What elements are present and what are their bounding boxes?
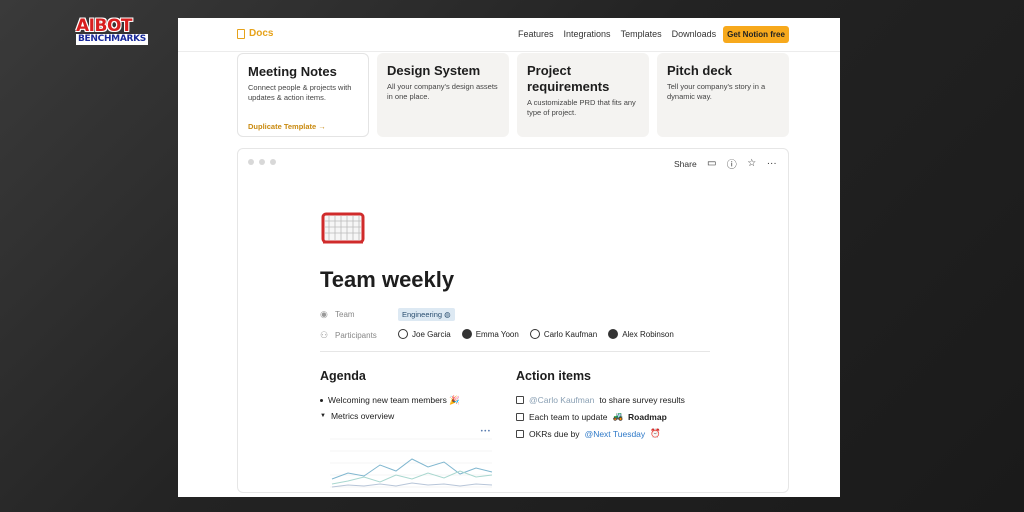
duplicate-template-link[interactable]: Duplicate Template → xyxy=(248,122,326,131)
team-value: Engineering xyxy=(402,310,443,319)
watermark-line2: BENCHMARKS xyxy=(76,34,148,45)
action-items-heading: Action items xyxy=(516,369,592,383)
action-item[interactable]: Each team to update 🚜 Roadmap xyxy=(516,411,667,422)
page-title: Team weekly xyxy=(320,267,455,292)
template-card-meeting-notes[interactable]: Meeting Notes Connect people & projects … xyxy=(237,53,369,137)
nav-link-integrations[interactable]: Integrations xyxy=(564,29,611,39)
participant-name: Joe Garcia xyxy=(412,329,451,339)
circle-icon: ◉ xyxy=(320,309,328,319)
agenda-item-text: Metrics overview xyxy=(330,411,395,421)
action-item-text: Each team to update xyxy=(529,411,608,422)
globe-icon: ◍ xyxy=(444,310,451,319)
team-property-label: ◉ Team xyxy=(320,309,355,320)
participants-label: Participants xyxy=(335,331,377,340)
action-item[interactable]: @Carlo Kaufman to share survey results xyxy=(516,395,685,405)
get-notion-button[interactable]: Get Notion free xyxy=(723,26,789,43)
card-desc: A customizable PRD that fits any type of… xyxy=(527,98,636,117)
checkbox[interactable] xyxy=(516,396,524,404)
team-tag[interactable]: Engineering ◍ xyxy=(398,308,455,321)
brand-label: Docs xyxy=(249,28,274,39)
star-icon[interactable]: ☆ xyxy=(747,158,757,169)
avatar xyxy=(608,329,619,339)
nav-link-features[interactable]: Features xyxy=(518,29,554,39)
share-button[interactable]: Share xyxy=(674,159,697,169)
date-mention[interactable]: @Next Tuesday xyxy=(585,429,646,439)
template-card-project-requirements[interactable]: Project requirements A customizable PRD … xyxy=(517,53,649,137)
browser-page: Docs Features Integrations Templates Dow… xyxy=(178,18,840,497)
agenda-item: Welcoming new team members 🎉 xyxy=(320,395,460,406)
agenda-heading: Agenda xyxy=(320,369,366,383)
participant[interactable]: Emma Yoon xyxy=(461,329,519,339)
brand-docs[interactable]: Docs xyxy=(237,28,273,39)
agenda-item-text: Welcoming new team members 🎉 xyxy=(328,395,460,405)
people-icon: ⚇ xyxy=(320,330,329,340)
comment-icon[interactable]: ▭ xyxy=(707,158,717,169)
team-label: Team xyxy=(335,310,355,319)
mention[interactable]: @Carlo Kaufman xyxy=(529,395,594,405)
avatar xyxy=(529,329,540,339)
doc-toolbar: Share ▭ ⓘ ☆ ··· xyxy=(674,156,777,171)
top-nav: Docs Features Integrations Templates Dow… xyxy=(178,18,840,52)
bullet-icon xyxy=(320,399,323,402)
card-title: Project requirements xyxy=(527,63,610,94)
nav-link-templates[interactable]: Templates xyxy=(621,29,662,39)
participant-name: Carlo Kaufman xyxy=(543,329,598,339)
more-icon[interactable]: ··· xyxy=(767,158,777,169)
card-desc: Connect people & projects with updates &… xyxy=(248,83,352,102)
card-desc: All your company's design assets in one … xyxy=(387,82,498,101)
participant-name: Emma Yoon xyxy=(475,329,519,339)
avatar xyxy=(398,329,408,339)
participant[interactable]: Carlo Kaufman xyxy=(529,329,598,339)
action-item-text: to share survey results xyxy=(599,395,685,405)
template-cards: Meeting Notes Connect people & projects … xyxy=(237,53,790,157)
checkbox[interactable] xyxy=(516,412,524,421)
participants-list: Joe Garcia Emma Yoon Carlo Kaufman Alex … xyxy=(398,329,674,339)
avatar xyxy=(461,329,472,339)
toggle-triangle-icon[interactable]: ▼ xyxy=(320,413,326,419)
participants-property-label: ⚇ Participants xyxy=(320,330,377,341)
card-desc: Tell your company's story in a dynamic w… xyxy=(667,82,766,101)
divider xyxy=(320,351,710,352)
document-icon xyxy=(237,28,245,39)
card-title: Meeting Notes xyxy=(248,64,337,79)
alarm-clock-icon: ⏰ xyxy=(650,428,661,438)
action-item-text: OKRs due by xyxy=(529,428,580,439)
roadmap-link[interactable]: Roadmap xyxy=(628,412,667,422)
nav-links: Features Integrations Templates Download… xyxy=(518,29,716,39)
card-title: Design System xyxy=(387,63,481,78)
tractor-icon: 🚜 xyxy=(612,411,624,421)
participant[interactable]: Joe Garcia xyxy=(398,329,451,339)
template-card-design-system[interactable]: Design System All your company's design … xyxy=(377,53,509,137)
watermark-logo: AIBOT BENCHMARKS xyxy=(76,18,158,46)
checkbox[interactable] xyxy=(516,429,524,438)
info-icon[interactable]: ⓘ xyxy=(727,156,737,171)
hockey-goal-icon xyxy=(321,212,365,244)
window-dots xyxy=(248,159,276,165)
participant[interactable]: Alex Robinson xyxy=(608,329,674,339)
svg-text:•••: ••• xyxy=(480,429,491,435)
agenda-item-toggle[interactable]: ▼ Metrics overview xyxy=(320,411,394,421)
metrics-chart-thumbnail: ••• xyxy=(330,429,493,488)
action-item[interactable]: OKRs due by @Next Tuesday ⏰ xyxy=(516,428,661,439)
document-preview: Share ▭ ⓘ ☆ ··· Team weekly ◉ Team Engin… xyxy=(237,148,789,493)
nav-link-downloads[interactable]: Downloads xyxy=(672,29,717,39)
watermark-line1: AIBOT xyxy=(76,16,133,36)
template-card-pitch-deck[interactable]: Pitch deck Tell your company's story in … xyxy=(657,53,789,137)
participant-name: Alex Robinson xyxy=(622,329,674,339)
card-title: Pitch deck xyxy=(667,63,733,78)
